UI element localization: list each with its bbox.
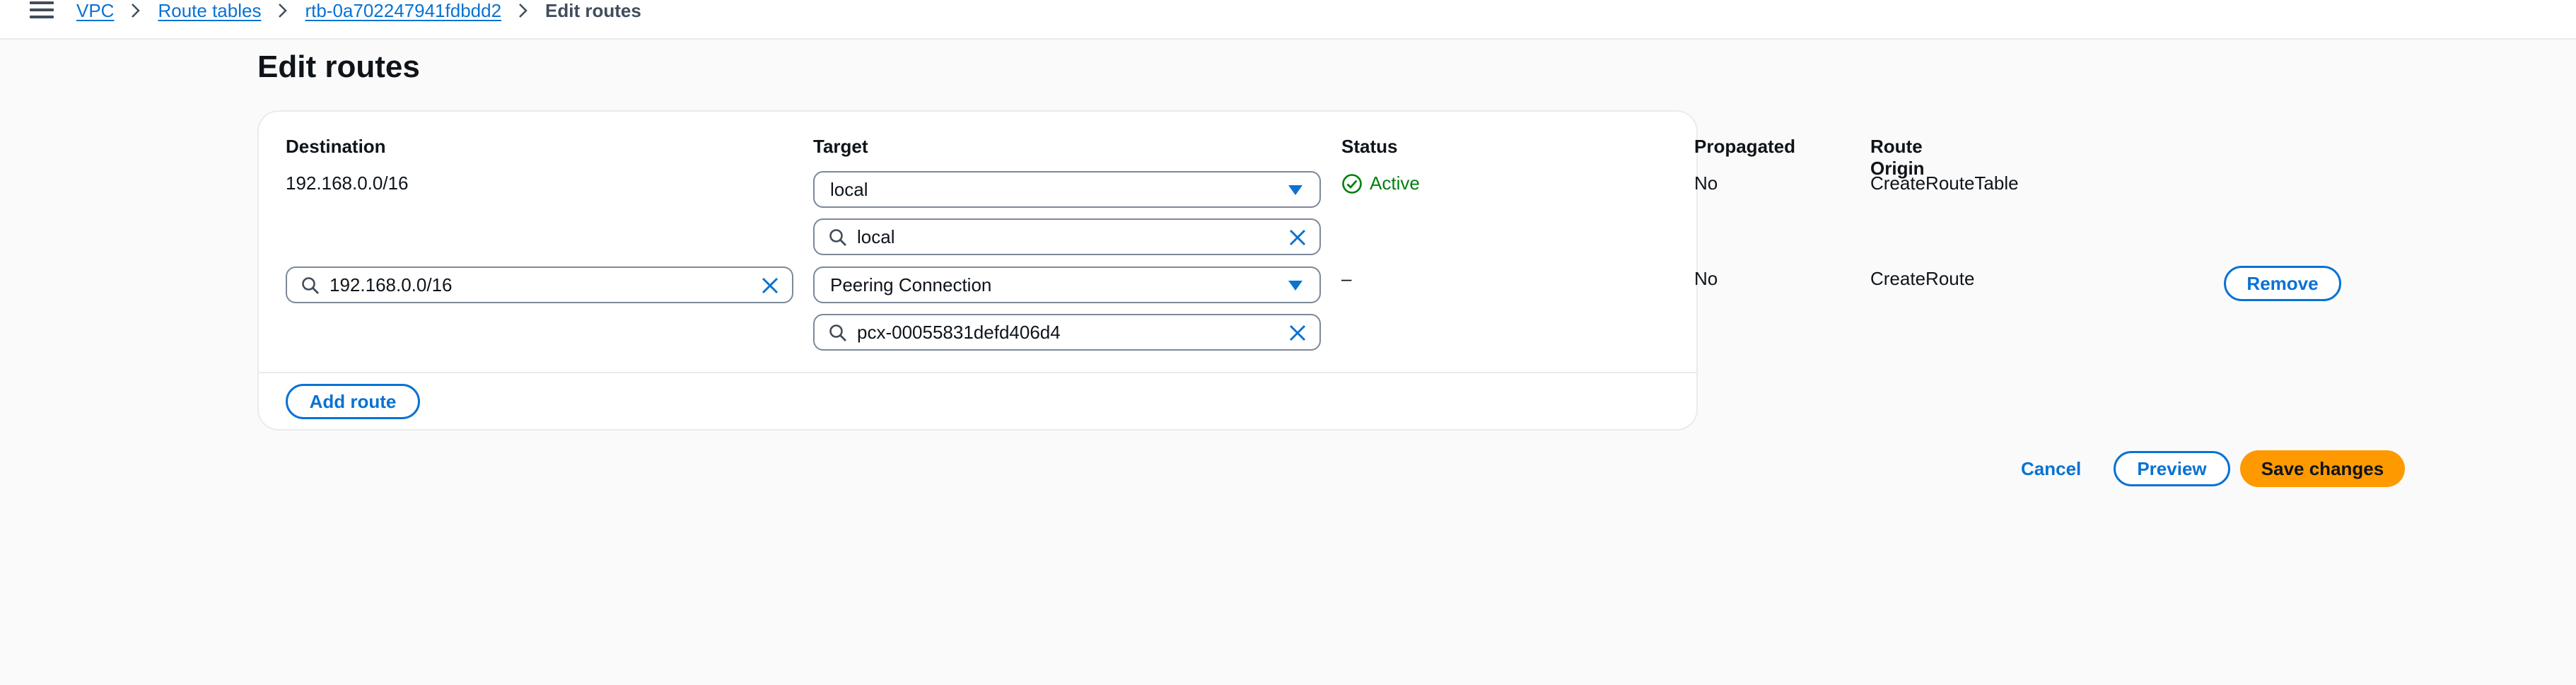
target-type-value: local xyxy=(830,178,868,200)
chevron-right-icon xyxy=(278,3,288,18)
search-icon xyxy=(301,276,320,300)
status-check-icon xyxy=(1342,173,1362,194)
target-type-value: Peering Connection xyxy=(830,274,992,295)
target-search-input[interactable]: pcx-00055831defd406d4 xyxy=(813,314,1321,351)
propagated-value: No xyxy=(1694,268,1718,289)
chevron-right-icon xyxy=(518,3,528,18)
target-type-select[interactable]: Peering Connection xyxy=(813,267,1321,303)
caret-down-icon xyxy=(1288,185,1302,195)
header-destination: Destination xyxy=(286,136,386,157)
menu-icon[interactable] xyxy=(30,1,54,21)
header-propagated: Propagated xyxy=(1694,136,1796,157)
breadcrumb-route-tables[interactable]: Route tables xyxy=(158,0,261,22)
target-search-value: local xyxy=(857,226,895,247)
breadcrumb: VPC Route tables rtb-0a702247941fdbdd2 E… xyxy=(76,0,641,21)
header-status: Status xyxy=(1341,136,1398,157)
route-origin-value: CreateRouteTable xyxy=(1870,172,2019,194)
target-search-value: pcx-00055831defd406d4 xyxy=(857,321,1061,343)
caret-down-icon xyxy=(1288,281,1302,291)
routes-panel: Destination Target Status Propagated Rou… xyxy=(257,110,2341,431)
destination-input[interactable]: 192.168.0.0/16 xyxy=(286,267,793,303)
search-icon xyxy=(829,228,847,252)
propagated-value: No xyxy=(1694,172,1718,194)
panel-divider xyxy=(259,372,1696,373)
breadcrumb-vpc[interactable]: VPC xyxy=(76,0,114,22)
destination-value: 192.168.0.0/16 xyxy=(286,172,409,194)
cancel-button[interactable]: Cancel xyxy=(2021,458,2081,480)
search-icon xyxy=(829,324,847,347)
chevron-right-icon xyxy=(131,3,141,18)
destination-input-value: 192.168.0.0/16 xyxy=(330,274,453,295)
save-changes-button[interactable]: Save changes xyxy=(2240,450,2405,487)
status-text: – xyxy=(1341,268,1352,289)
top-navigation-bar: VPC Route tables rtb-0a702247941fdbdd2 E… xyxy=(0,0,2576,40)
breadcrumb-route-table-id[interactable]: rtb-0a702247941fdbdd2 xyxy=(305,0,501,22)
clear-icon[interactable] xyxy=(1288,228,1307,252)
header-target: Target xyxy=(813,136,868,157)
target-type-select[interactable]: local xyxy=(813,171,1321,208)
preview-button[interactable]: Preview xyxy=(2114,451,2230,486)
breadcrumb-current: Edit routes xyxy=(545,0,641,21)
clear-icon[interactable] xyxy=(761,276,779,300)
page-title: Edit routes xyxy=(257,49,420,84)
clear-icon[interactable] xyxy=(1288,324,1307,347)
status-badge: Active xyxy=(1341,172,1420,194)
status-text: Active xyxy=(1370,172,1420,194)
add-route-button[interactable]: Add route xyxy=(286,384,420,419)
route-origin-value: CreateRoute xyxy=(1870,268,1975,289)
target-search-input[interactable]: local xyxy=(813,218,1321,255)
remove-route-button[interactable]: Remove xyxy=(2224,266,2341,301)
